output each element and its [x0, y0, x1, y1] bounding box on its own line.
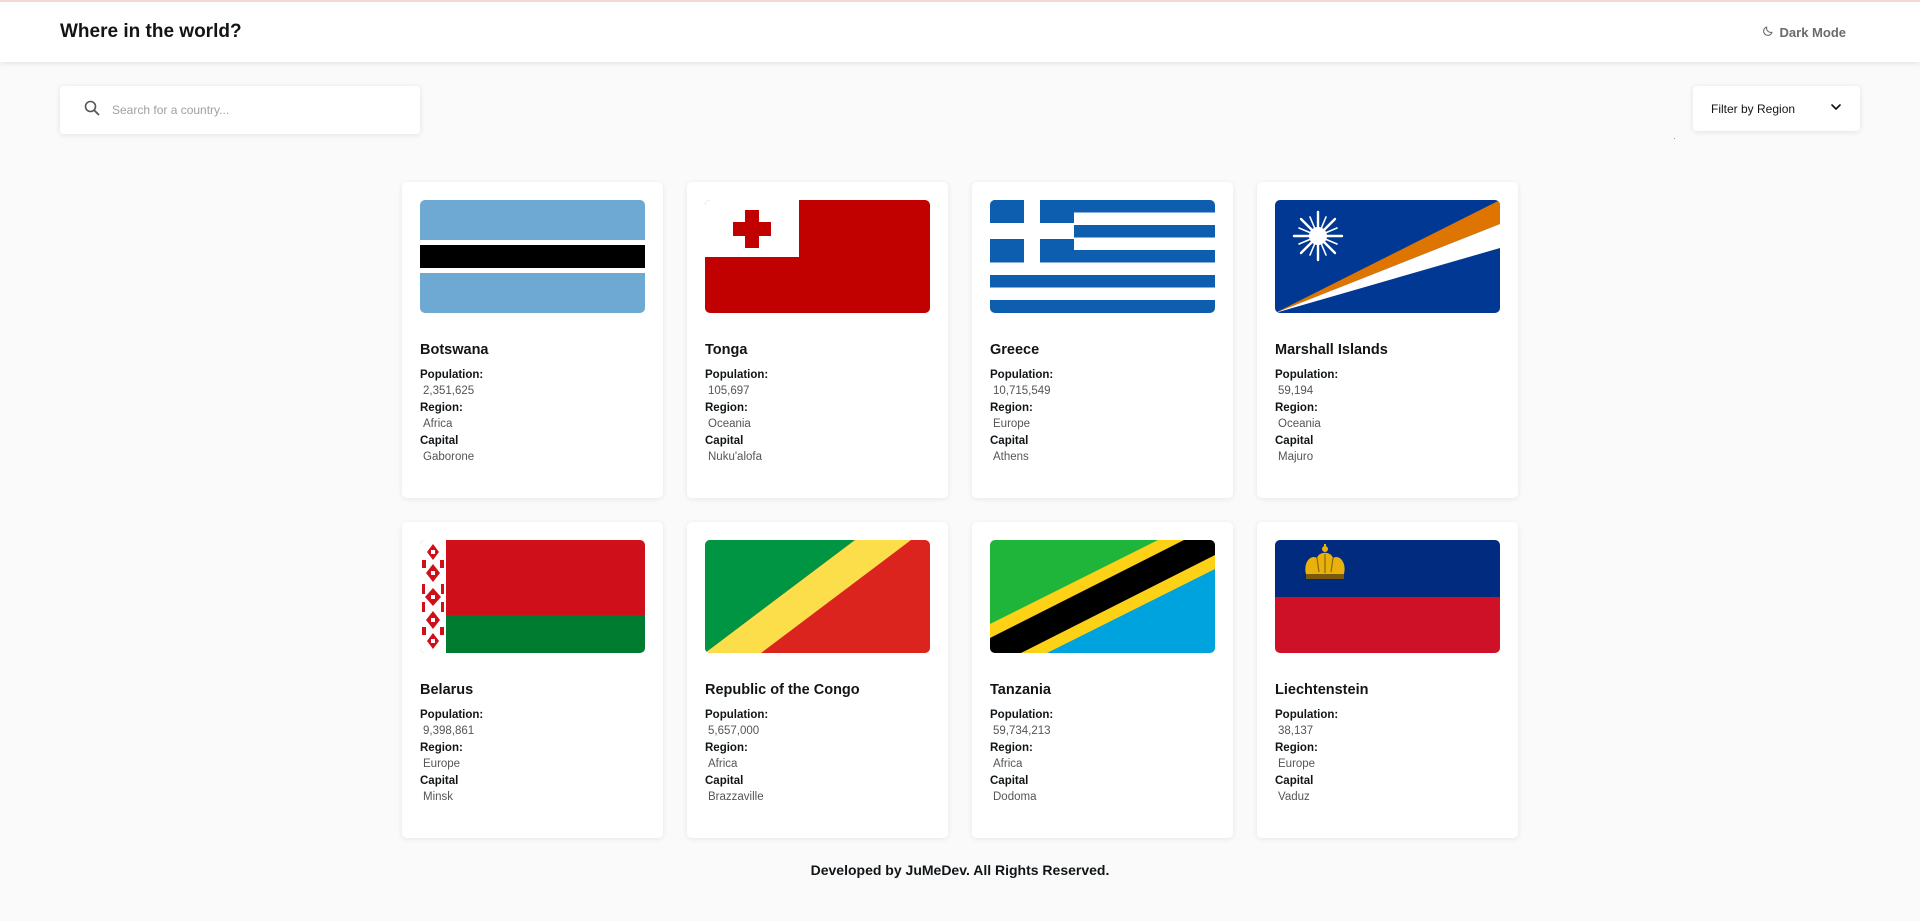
population-value: 59,194	[1278, 385, 1314, 397]
capital-label: Capital	[1275, 775, 1314, 787]
chevron-down-icon	[1830, 101, 1842, 116]
footer: Developed by JuMeDev. All Rights Reserve…	[0, 862, 1920, 878]
country-card-botswana[interactable]: Botswana Population: 2,351,625 Region: A…	[402, 182, 663, 498]
footer-text: Developed by JuMeDev. All Rights Reserve…	[810, 862, 1110, 878]
capital-label: Capital	[420, 775, 459, 787]
stray-dot	[1674, 138, 1675, 139]
moon-icon	[1762, 25, 1774, 40]
greece-flag	[990, 200, 1215, 313]
country-card-liechtenstein[interactable]: Liechtenstein Population: 38,137 Region:…	[1257, 522, 1518, 838]
capital-value: Dodoma	[993, 791, 1037, 803]
capital-label: Capital	[420, 435, 459, 447]
region-label: Region:	[990, 402, 1033, 414]
population-value: 105,697	[708, 385, 750, 397]
region-filter-label: Filter by Region	[1711, 101, 1796, 116]
region-value: Africa	[708, 758, 738, 770]
population-label: Population:	[420, 709, 484, 721]
region-label: Region:	[705, 742, 748, 754]
search-input[interactable]	[112, 103, 372, 117]
region-label: Region:	[1275, 402, 1318, 414]
capital-label: Capital	[1275, 435, 1314, 447]
search-box[interactable]	[60, 86, 420, 134]
country-name: Greece	[990, 342, 1040, 358]
region-label: Region:	[990, 742, 1033, 754]
population-value: 2,351,625	[423, 385, 475, 397]
population-value: 5,657,000	[708, 725, 760, 737]
belarus-flag	[420, 540, 645, 653]
population-label: Population:	[990, 709, 1054, 721]
dark-mode-toggle[interactable]: Dark Mode	[1762, 25, 1846, 40]
country-card-greece[interactable]: Greece Population: 10,715,549 Region: Eu…	[972, 182, 1233, 498]
population-label: Population:	[705, 709, 769, 721]
population-label: Population:	[420, 369, 484, 381]
capital-value: Brazzaville	[708, 791, 764, 803]
region-value: Oceania	[708, 418, 751, 430]
capital-value: Gaborone	[423, 451, 475, 463]
country-name: Botswana	[420, 342, 489, 358]
country-name: Liechtenstein	[1275, 682, 1369, 698]
capital-value: Vaduz	[1278, 791, 1310, 803]
capital-value: Majuro	[1278, 451, 1314, 463]
country-name: Republic of the Congo	[705, 682, 860, 698]
country-card-belarus[interactable]: Belarus Population: 9,398,861 Region: Eu…	[402, 522, 663, 838]
capital-label: Capital	[990, 775, 1029, 787]
capital-label: Capital	[705, 435, 744, 447]
population-value: 38,137	[1278, 725, 1314, 737]
country-card-tanzania[interactable]: Tanzania Population: 59,734,213 Region: …	[972, 522, 1233, 838]
region-value: Africa	[423, 418, 453, 430]
liechtenstein-flag	[1275, 540, 1500, 653]
region-value: Europe	[1278, 758, 1316, 770]
congo-flag	[705, 540, 930, 653]
capital-value: Minsk	[423, 791, 454, 803]
country-card-tonga[interactable]: Tonga Population: 105,697 Region: Oceani…	[687, 182, 948, 498]
region-value: Europe	[423, 758, 461, 770]
app-header: Where in the world? Dark Mode	[0, 2, 1920, 62]
region-label: Region:	[420, 742, 463, 754]
region-filter-dropdown[interactable]: Filter by Region	[1693, 86, 1860, 131]
region-label: Region:	[705, 402, 748, 414]
region-value: Europe	[993, 418, 1031, 430]
tonga-flag	[705, 200, 930, 313]
country-name: Tanzania	[990, 682, 1051, 698]
population-value: 9,398,861	[423, 725, 475, 737]
region-label: Region:	[420, 402, 463, 414]
region-label: Region:	[1275, 742, 1318, 754]
capital-value: Nuku'alofa	[708, 451, 762, 463]
population-label: Population:	[1275, 709, 1339, 721]
country-name: Belarus	[420, 682, 474, 698]
app-title[interactable]: Where in the world?	[60, 21, 242, 43]
search-icon	[84, 100, 100, 121]
country-name: Tonga	[705, 342, 748, 358]
capital-value: Athens	[993, 451, 1029, 463]
region-value: Africa	[993, 758, 1023, 770]
botswana-flag	[420, 200, 645, 313]
marshall-islands-flag	[1275, 200, 1500, 313]
population-label: Population:	[990, 369, 1054, 381]
tanzania-flag	[990, 540, 1215, 653]
region-value: Oceania	[1278, 418, 1321, 430]
population-value: 59,734,213	[993, 725, 1051, 737]
population-value: 10,715,549	[993, 385, 1051, 397]
country-name: Marshall Islands	[1275, 342, 1388, 358]
dark-mode-label: Dark Mode	[1779, 24, 1846, 40]
capital-label: Capital	[705, 775, 744, 787]
population-label: Population:	[705, 369, 769, 381]
population-label: Population:	[1275, 369, 1339, 381]
capital-label: Capital	[990, 435, 1029, 447]
country-grid: Botswana Population: 2,351,625 Region: A…	[402, 182, 1518, 838]
country-card-marshall-islands[interactable]: Marshall Islands Population: 59,194 Regi…	[1257, 182, 1518, 498]
country-card-congo[interactable]: Republic of the Congo Population: 5,657,…	[687, 522, 948, 838]
